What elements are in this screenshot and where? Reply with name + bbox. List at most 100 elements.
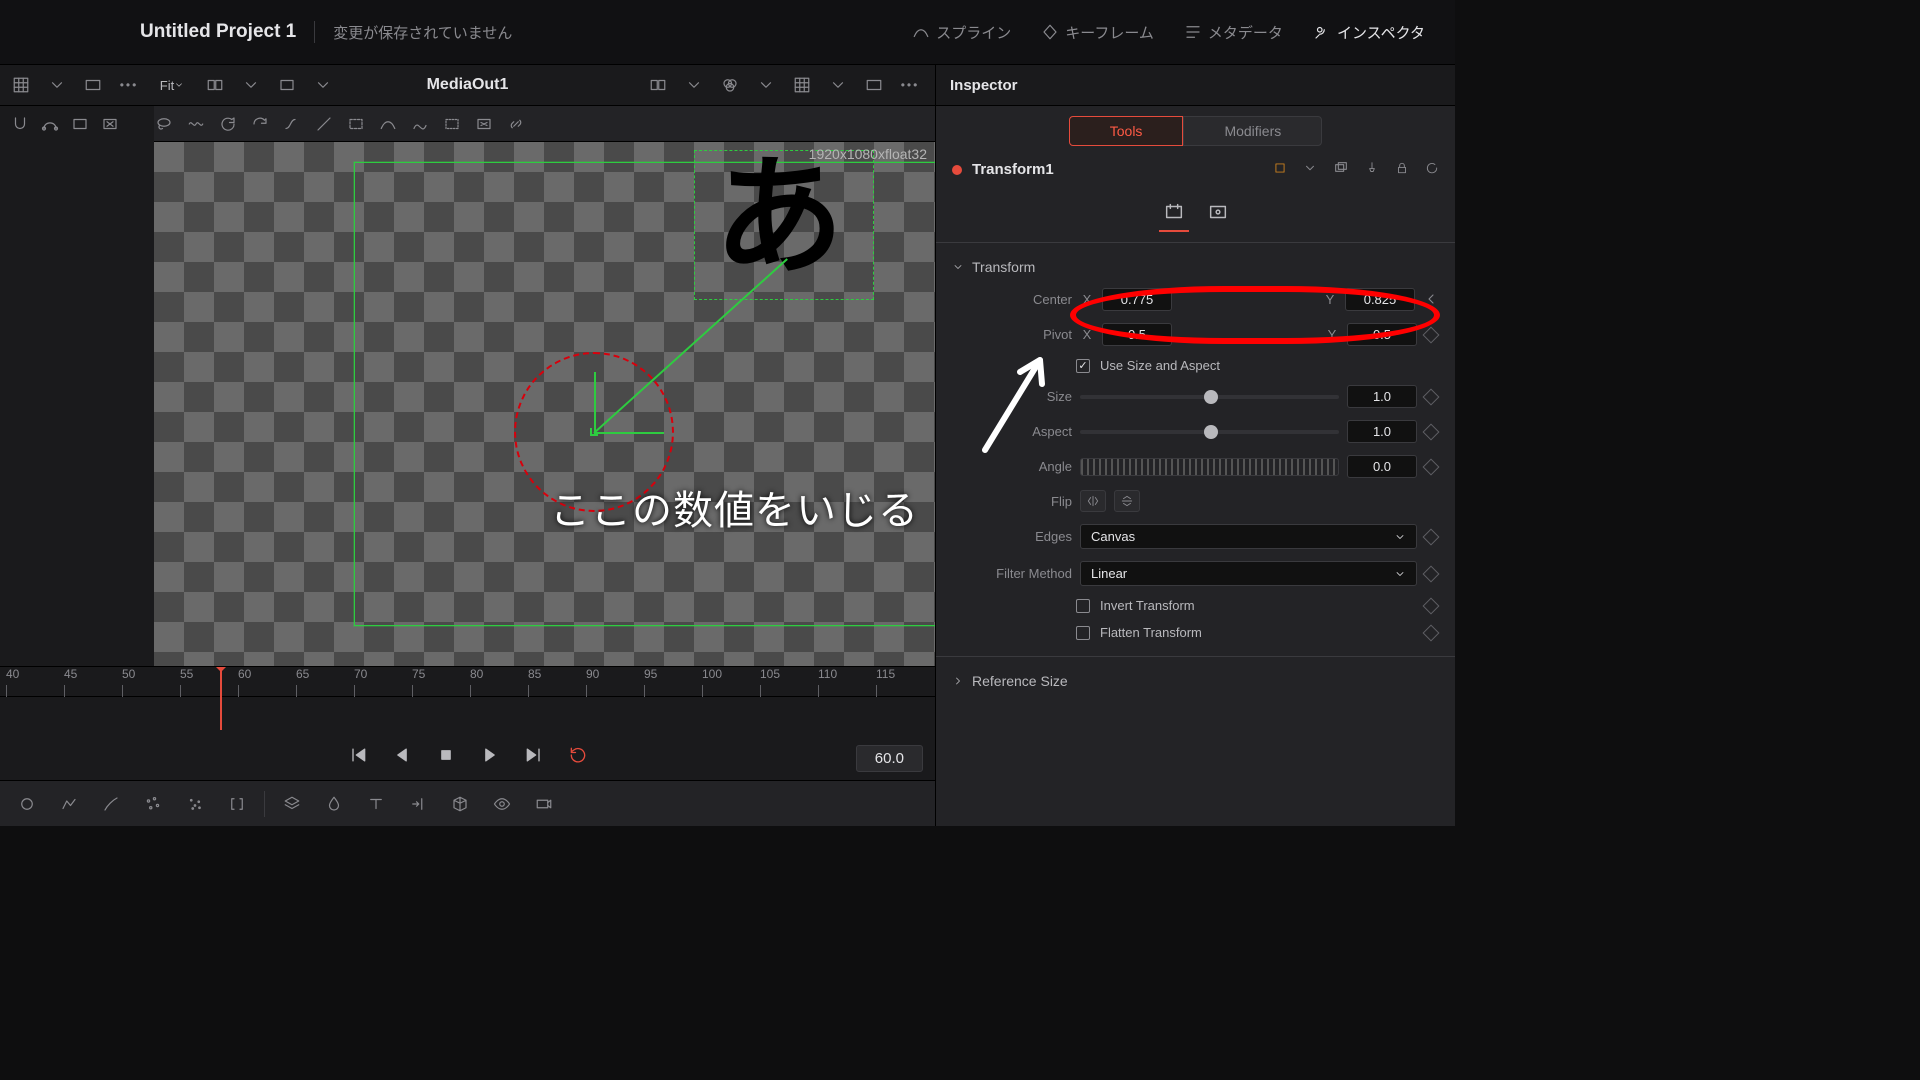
split-a-icon[interactable] [200, 73, 230, 97]
magnet-icon[interactable] [6, 112, 34, 136]
keyframe-tab[interactable]: キーフレーム [1031, 18, 1164, 47]
zoom-fit-dropdown[interactable]: Fit [150, 73, 194, 97]
reset-icon[interactable] [1425, 161, 1439, 178]
timeline[interactable]: 404550556065707580859095100105110115 [0, 666, 935, 730]
keyframe-diamond[interactable] [1423, 458, 1440, 475]
step-back-button[interactable] [389, 742, 415, 768]
clear-x-icon[interactable] [96, 112, 124, 136]
loop-button[interactable] [565, 742, 591, 768]
lock-icon[interactable] [1395, 161, 1409, 178]
node-name[interactable]: Transform1 [972, 161, 1257, 178]
single-icon[interactable] [859, 73, 889, 97]
link-icon[interactable] [501, 112, 531, 136]
chevron-down-icon[interactable] [236, 73, 266, 97]
chevron-down-icon[interactable] [679, 73, 709, 97]
keyframe-diamond[interactable] [1423, 597, 1440, 614]
inspector-tab[interactable]: インスペクタ [1303, 18, 1435, 47]
chevron-down-icon[interactable] [823, 73, 853, 97]
invert-checkbox[interactable] [1076, 599, 1090, 613]
more-icon[interactable] [895, 73, 925, 97]
viewer-source[interactable]: MediaOut1 [427, 76, 509, 94]
size-field[interactable] [1347, 385, 1417, 408]
marquee-icon[interactable] [437, 112, 467, 136]
ruler-tick: 65 [296, 667, 309, 697]
rotate-icon[interactable] [213, 112, 243, 136]
keyframe-diamond[interactable] [1423, 423, 1440, 440]
go-end-button[interactable] [521, 742, 547, 768]
transform-gizmo[interactable] [514, 352, 674, 512]
section-header-refsize[interactable]: Reference Size [952, 667, 1439, 695]
versions-icon[interactable] [1333, 160, 1349, 179]
play-button[interactable] [477, 742, 503, 768]
stop-button[interactable] [433, 742, 459, 768]
time-ruler[interactable]: 404550556065707580859095100105110115 [0, 667, 935, 697]
more-icon[interactable] [114, 73, 144, 97]
rect-select-icon[interactable] [341, 112, 371, 136]
split-icon[interactable] [643, 73, 673, 97]
metadata-tab[interactable]: メタデータ [1174, 18, 1293, 47]
controls-mode-icon[interactable] [1159, 197, 1189, 232]
flatten-checkbox[interactable] [1076, 626, 1090, 640]
keyframe-diamond[interactable] [1423, 388, 1440, 405]
angle-dial[interactable] [1080, 458, 1339, 476]
keyframe-diamond[interactable] [1423, 528, 1440, 545]
chevron-down-icon[interactable] [1303, 161, 1317, 178]
flip-v-button[interactable] [1114, 490, 1140, 512]
camera-icon[interactable] [529, 789, 559, 819]
size-slider[interactable] [1080, 395, 1339, 399]
effects-shelf [0, 780, 935, 826]
blur-icon[interactable] [319, 789, 349, 819]
line-icon[interactable] [309, 112, 339, 136]
particles-icon[interactable] [138, 789, 168, 819]
spline-add-icon[interactable] [373, 112, 403, 136]
tab-modifiers[interactable]: Modifiers [1183, 116, 1322, 146]
grid-icon[interactable] [787, 73, 817, 97]
pin-icon[interactable] [1365, 161, 1379, 178]
chevron-down-icon[interactable] [42, 73, 72, 97]
flip-h-button[interactable] [1080, 490, 1106, 512]
color-chip-icon[interactable] [1273, 161, 1287, 178]
tab-tools[interactable]: Tools [1069, 116, 1184, 146]
curve-icon[interactable] [277, 112, 307, 136]
playhead[interactable] [220, 667, 222, 731]
angle-field[interactable] [1347, 455, 1417, 478]
circle-tool-icon[interactable] [12, 789, 42, 819]
keyframe-diamond[interactable] [1423, 326, 1440, 343]
go-start-button[interactable] [345, 742, 371, 768]
node-active-dot[interactable] [952, 165, 962, 175]
aspect-field[interactable] [1347, 420, 1417, 443]
polyline-tool-icon[interactable] [54, 789, 84, 819]
redo-icon[interactable] [245, 112, 275, 136]
frame-icon[interactable] [272, 73, 302, 97]
cube-icon[interactable] [445, 789, 475, 819]
grid-icon[interactable] [6, 73, 36, 97]
tangent-icon[interactable] [405, 112, 435, 136]
fps-field[interactable]: 60.0 [856, 745, 923, 772]
aspect-slider[interactable] [1080, 430, 1339, 434]
filter-dropdown[interactable]: Linear [1080, 561, 1417, 586]
keyframe-diamond[interactable] [1423, 624, 1440, 641]
wave-icon[interactable] [181, 112, 211, 136]
paint-tool-icon[interactable] [96, 789, 126, 819]
bezier-icon[interactable] [36, 112, 64, 136]
settings-mode-icon[interactable] [1203, 197, 1233, 232]
mask-rect-icon[interactable] [66, 112, 94, 136]
canvas-glyph[interactable]: あ [714, 152, 844, 282]
channels-icon[interactable] [715, 73, 745, 97]
clear-icon[interactable] [469, 112, 499, 136]
eye-icon[interactable] [487, 789, 517, 819]
layer-icon[interactable] [277, 789, 307, 819]
section-header-transform[interactable]: Transform [952, 253, 1439, 281]
merge-icon[interactable] [403, 789, 433, 819]
edges-dropdown[interactable]: Canvas [1080, 524, 1417, 549]
chevron-down-icon[interactable] [751, 73, 781, 97]
single-view-icon[interactable] [78, 73, 108, 97]
keyframe-diamond[interactable] [1423, 565, 1440, 582]
scatter-icon[interactable] [180, 789, 210, 819]
spline-tab[interactable]: スプライン [902, 18, 1021, 47]
bracket-icon[interactable] [222, 789, 252, 819]
viewer-canvas[interactable]: あ 1920x1080xfloat32 [154, 142, 935, 666]
chevron-down-icon[interactable] [308, 73, 338, 97]
text-icon[interactable] [361, 789, 391, 819]
use-size-checkbox[interactable]: ✓ [1076, 359, 1090, 373]
